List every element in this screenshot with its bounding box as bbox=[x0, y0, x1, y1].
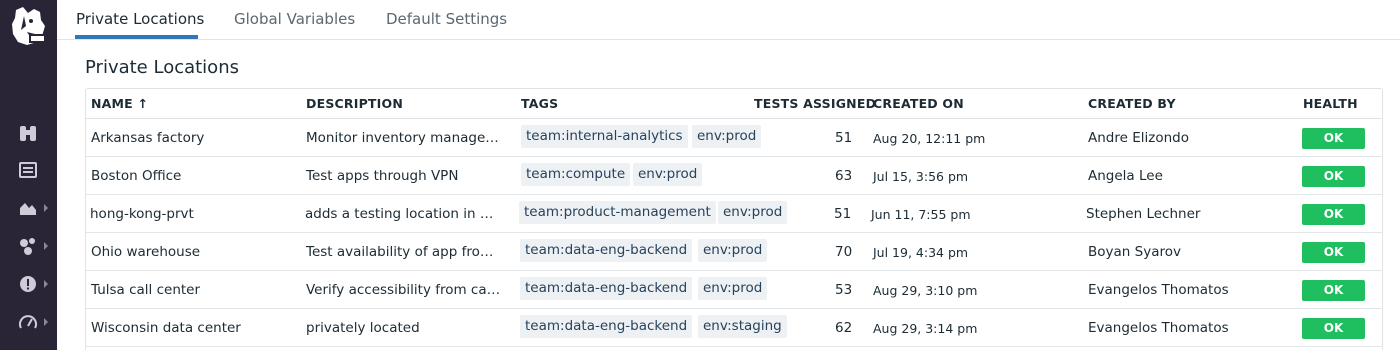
location-name: hong-kong-prvt bbox=[90, 206, 194, 222]
active-tab-indicator bbox=[75, 35, 198, 39]
created-by-user: Andre Elizondo bbox=[1088, 130, 1189, 146]
table-row[interactable]: Arkansas factory Monitor inventory manag… bbox=[86, 119, 1382, 157]
health-status-badge: OK bbox=[1302, 242, 1365, 263]
created-on-date: Jul 19, 4:34 pm bbox=[873, 245, 969, 260]
chevron-right-icon bbox=[44, 280, 48, 288]
created-on-date: Aug 29, 3:14 pm bbox=[873, 321, 978, 336]
health-status-badge: OK bbox=[1302, 128, 1365, 149]
table-header: NAME ↑ DESCRIPTION TAGS TESTS ASSIGNED C… bbox=[86, 89, 1382, 119]
sidebar-item-infrastructure[interactable] bbox=[0, 231, 57, 261]
tag-chip[interactable]: team:internal-analytics bbox=[521, 125, 688, 148]
location-description: adds a testing location in … bbox=[305, 206, 494, 222]
sidebar-item-synthetics[interactable] bbox=[0, 118, 57, 148]
created-by-user: Boyan Syarov bbox=[1088, 244, 1181, 260]
created-by-user: Evangelos Thomatos bbox=[1088, 320, 1229, 336]
tab-bar: Private Locations Global Variables Defau… bbox=[57, 0, 1400, 40]
private-locations-table: NAME ↑ DESCRIPTION TAGS TESTS ASSIGNED C… bbox=[85, 88, 1383, 350]
column-header-tags[interactable]: TAGS bbox=[521, 96, 558, 111]
location-name: Ohio warehouse bbox=[91, 244, 201, 260]
health-status-badge: OK bbox=[1302, 280, 1365, 301]
location-description: privately located bbox=[306, 320, 420, 336]
tag-chip[interactable]: env:prod bbox=[698, 239, 768, 262]
health-status-badge: OK bbox=[1302, 318, 1365, 339]
tag-chip[interactable]: team:data-eng-backend bbox=[520, 239, 693, 262]
location-name: Boston Office bbox=[91, 168, 182, 184]
location-description: Monitor inventory manage… bbox=[306, 130, 499, 146]
tag-chip[interactable]: team:compute bbox=[521, 163, 631, 186]
tests-assigned-count: 53 bbox=[835, 282, 853, 298]
gauge-icon bbox=[19, 315, 37, 329]
created-on-date: Aug 20, 12:11 pm bbox=[873, 131, 986, 146]
tag-chip[interactable]: team:data-eng-backend bbox=[520, 277, 693, 300]
health-status-badge: OK bbox=[1302, 204, 1365, 225]
binoculars-icon bbox=[20, 126, 36, 141]
location-description: Verify accessibility from ca… bbox=[306, 282, 501, 298]
column-header-created-on[interactable]: CREATED ON bbox=[873, 96, 964, 111]
sidebar-item-apm[interactable] bbox=[0, 307, 57, 337]
column-header-tests-assigned[interactable]: TESTS ASSIGNED bbox=[754, 96, 876, 111]
page-title: Private Locations bbox=[85, 57, 239, 78]
health-status-badge: OK bbox=[1302, 166, 1365, 187]
tag-chip[interactable]: team:data-eng-backend bbox=[520, 315, 693, 338]
table-row[interactable]: Wisconsin data center privately located … bbox=[86, 309, 1382, 347]
tag-chip[interactable]: team:product-management bbox=[519, 201, 716, 224]
hexagon-cluster-icon bbox=[20, 238, 35, 255]
table-row[interactable]: Ohio warehouse Test availability of app … bbox=[86, 233, 1382, 271]
column-header-name[interactable]: NAME ↑ bbox=[91, 96, 148, 111]
table-row[interactable]: Boston Office Test apps through VPN team… bbox=[86, 157, 1382, 195]
column-header-health[interactable]: HEALTH bbox=[1303, 96, 1358, 111]
alert-circle-icon bbox=[20, 276, 36, 292]
location-name: Tulsa call center bbox=[91, 282, 201, 298]
sidebar-item-logs[interactable] bbox=[0, 155, 57, 185]
tab-default-settings[interactable]: Default Settings bbox=[386, 10, 507, 28]
location-description: Test apps through VPN bbox=[306, 168, 459, 184]
list-icon bbox=[19, 162, 37, 178]
location-name: Wisconsin data center bbox=[91, 320, 241, 336]
location-name: Arkansas factory bbox=[91, 130, 205, 146]
sidebar-item-dashboards[interactable] bbox=[0, 193, 57, 223]
tab-private-locations[interactable]: Private Locations bbox=[76, 10, 204, 28]
created-on-date: Jun 11, 7:55 pm bbox=[871, 207, 971, 222]
chevron-right-icon bbox=[44, 242, 48, 250]
tests-assigned-count: 51 bbox=[835, 130, 853, 146]
area-chart-icon bbox=[20, 203, 36, 215]
created-on-date: Aug 29, 3:10 pm bbox=[873, 283, 978, 298]
chevron-right-icon bbox=[44, 318, 48, 326]
chevron-right-icon bbox=[44, 204, 48, 212]
created-by-user: Evangelos Thomatos bbox=[1088, 282, 1229, 298]
column-header-description[interactable]: DESCRIPTION bbox=[306, 96, 403, 111]
tests-assigned-count: 51 bbox=[834, 206, 852, 222]
tests-assigned-count: 63 bbox=[835, 168, 853, 184]
tests-assigned-count: 70 bbox=[835, 244, 853, 260]
created-by-user: Stephen Lechner bbox=[1086, 206, 1201, 222]
tag-chip[interactable]: env:staging bbox=[698, 315, 787, 338]
created-on-date: Jul 15, 3:56 pm bbox=[873, 169, 969, 184]
sidebar-item-monitors[interactable] bbox=[0, 269, 57, 299]
tag-chip[interactable]: env:prod bbox=[692, 125, 762, 148]
tag-chip[interactable]: env:prod bbox=[698, 277, 768, 300]
created-by-user: Angela Lee bbox=[1088, 168, 1163, 184]
tag-chip[interactable]: env:prod bbox=[633, 163, 703, 186]
column-header-created-by[interactable]: CREATED BY bbox=[1088, 96, 1176, 111]
tag-chip[interactable]: env:prod bbox=[718, 201, 788, 224]
tab-global-variables[interactable]: Global Variables bbox=[234, 10, 355, 28]
tests-assigned-count: 62 bbox=[835, 320, 853, 336]
sidebar bbox=[0, 0, 57, 350]
datadog-logo-icon[interactable] bbox=[7, 4, 49, 48]
table-row[interactable]: Tulsa call center Verify accessibility f… bbox=[86, 271, 1382, 309]
location-description: Test availability of app fro… bbox=[306, 244, 494, 260]
table-row[interactable]: hong-kong-prvt adds a testing location i… bbox=[86, 195, 1382, 233]
